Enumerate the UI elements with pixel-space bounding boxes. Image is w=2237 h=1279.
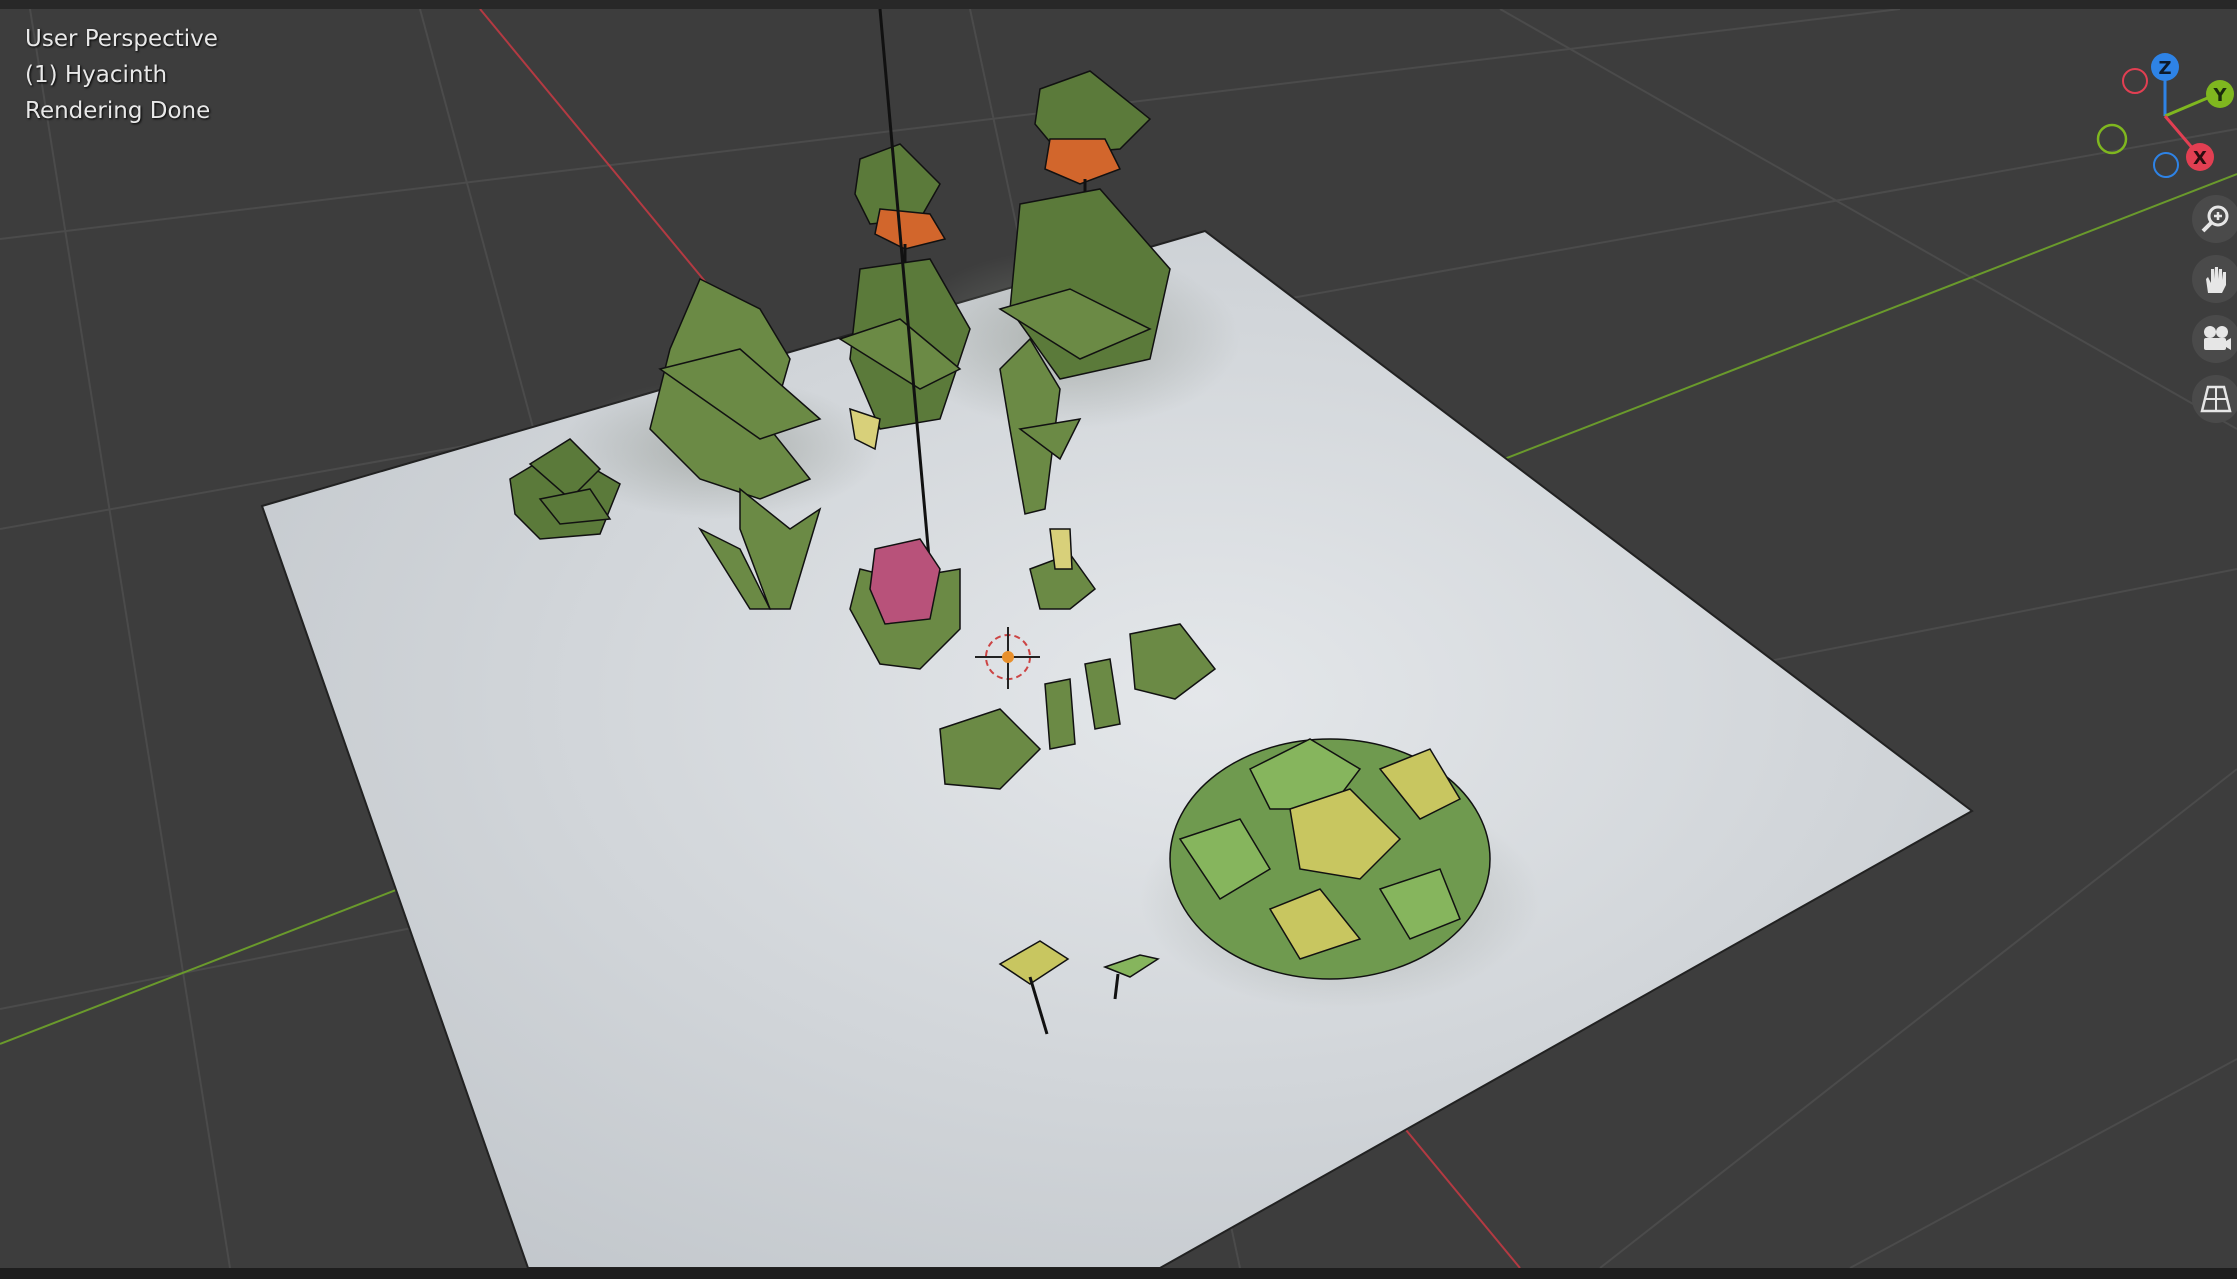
perspective-toggle-button[interactable] — [2192, 375, 2237, 423]
z-axis-handle[interactable]: Z — [2151, 53, 2179, 81]
neg-y-handle[interactable] — [2096, 123, 2128, 155]
zoom-button[interactable] — [2192, 195, 2237, 243]
perspective-label: User Perspective — [25, 26, 218, 52]
perspective-grid-icon — [2200, 385, 2232, 413]
camera-view-button[interactable] — [2192, 315, 2237, 363]
zoom-icon — [2201, 205, 2229, 233]
clover-bush[interactable] — [1169, 738, 1491, 980]
neg-x-handle[interactable] — [2122, 68, 2148, 94]
camera-icon — [2204, 326, 2231, 350]
z-axis-label: Z — [2158, 58, 2171, 79]
pan-button[interactable] — [2192, 255, 2237, 303]
y-axis-label: Y — [2212, 85, 2227, 106]
x-axis-handle[interactable]: X — [2186, 143, 2214, 171]
hand-pan-icon — [2206, 267, 2226, 293]
3d-viewport[interactable]: User Perspective (1) Hyacinth Rendering … — [0, 9, 2237, 1268]
active-object-label: (1) Hyacinth — [25, 62, 168, 88]
x-axis-label: X — [2193, 148, 2207, 169]
neg-z-handle[interactable] — [2153, 152, 2179, 178]
navigation-gizmo[interactable]: Z Y X — [2080, 49, 2237, 189]
y-axis-handle[interactable]: Y — [2206, 80, 2234, 108]
scene-render — [0, 9, 2237, 1268]
top-header-bar — [0, 0, 2237, 9]
render-status-label: Rendering Done — [25, 98, 211, 124]
bottom-status-bar — [0, 1268, 2237, 1279]
